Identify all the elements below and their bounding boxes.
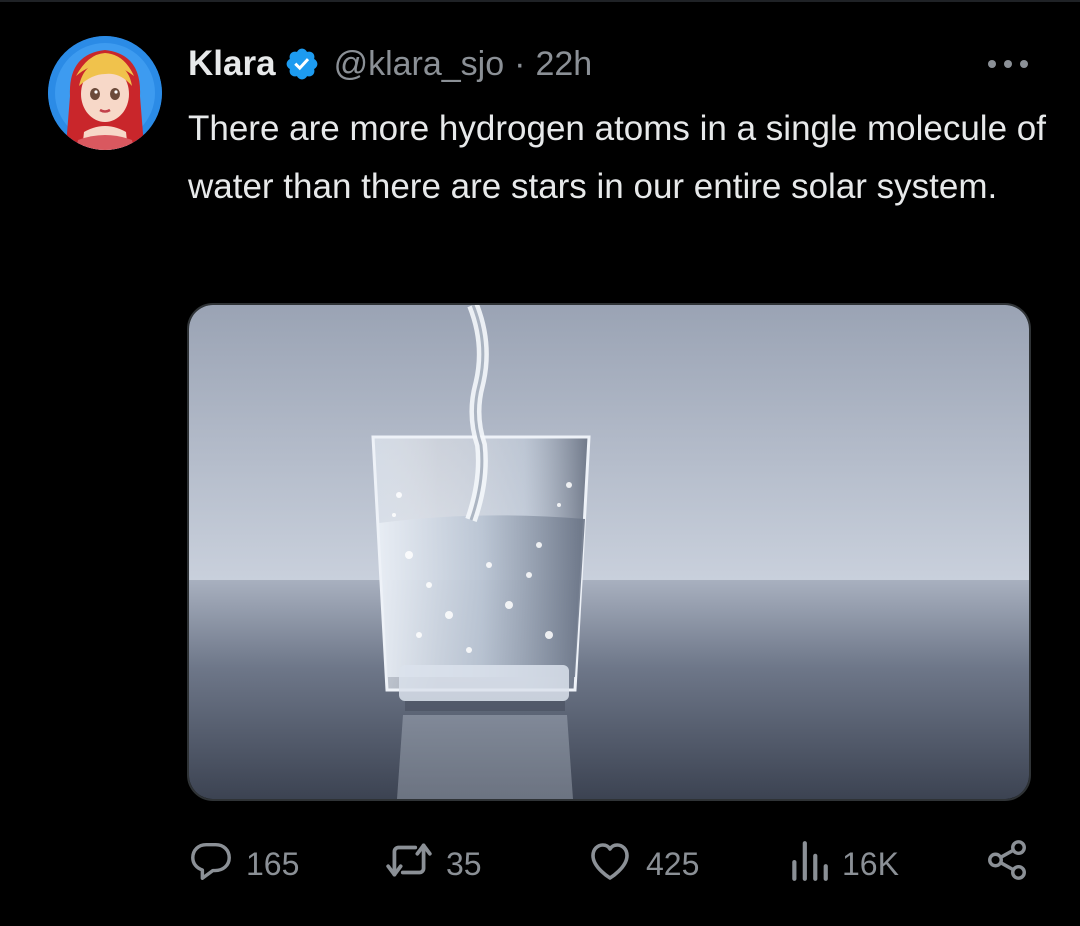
tweet: Klara @klara_sjo · 22h There are more hy…: [0, 0, 1080, 926]
divider: [0, 0, 1080, 2]
avatar[interactable]: [48, 36, 162, 150]
heart-icon: [586, 837, 646, 891]
verified-badge-icon: [284, 46, 320, 82]
views-button[interactable]: 16K: [788, 836, 899, 892]
repost-button[interactable]: 35: [384, 836, 482, 892]
reply-button[interactable]: 165: [188, 836, 299, 892]
tweet-text: There are more hydrogen atoms in a singl…: [188, 109, 1046, 206]
views-count: 16K: [842, 845, 899, 882]
tweet-media[interactable]: [187, 303, 1031, 801]
repost-count: 35: [446, 845, 482, 882]
tweet-header: Klara @klara_sjo · 22h: [188, 38, 592, 90]
separator-dot: ·: [514, 44, 526, 83]
author-handle[interactable]: @klara_sjo: [334, 45, 505, 84]
timestamp[interactable]: 22h: [535, 45, 592, 84]
like-button[interactable]: 425: [586, 836, 699, 892]
reply-count: 165: [246, 845, 300, 882]
author-name[interactable]: Klara: [188, 44, 276, 84]
views-icon: [788, 837, 842, 891]
reply-icon: [188, 837, 246, 891]
like-count: 425: [646, 845, 700, 882]
more-icon[interactable]: [985, 52, 1031, 76]
share-icon: [984, 837, 1042, 891]
action-bar: 165 35 425 16K: [188, 836, 1038, 892]
share-button[interactable]: [984, 836, 1042, 892]
repost-icon: [384, 837, 446, 891]
